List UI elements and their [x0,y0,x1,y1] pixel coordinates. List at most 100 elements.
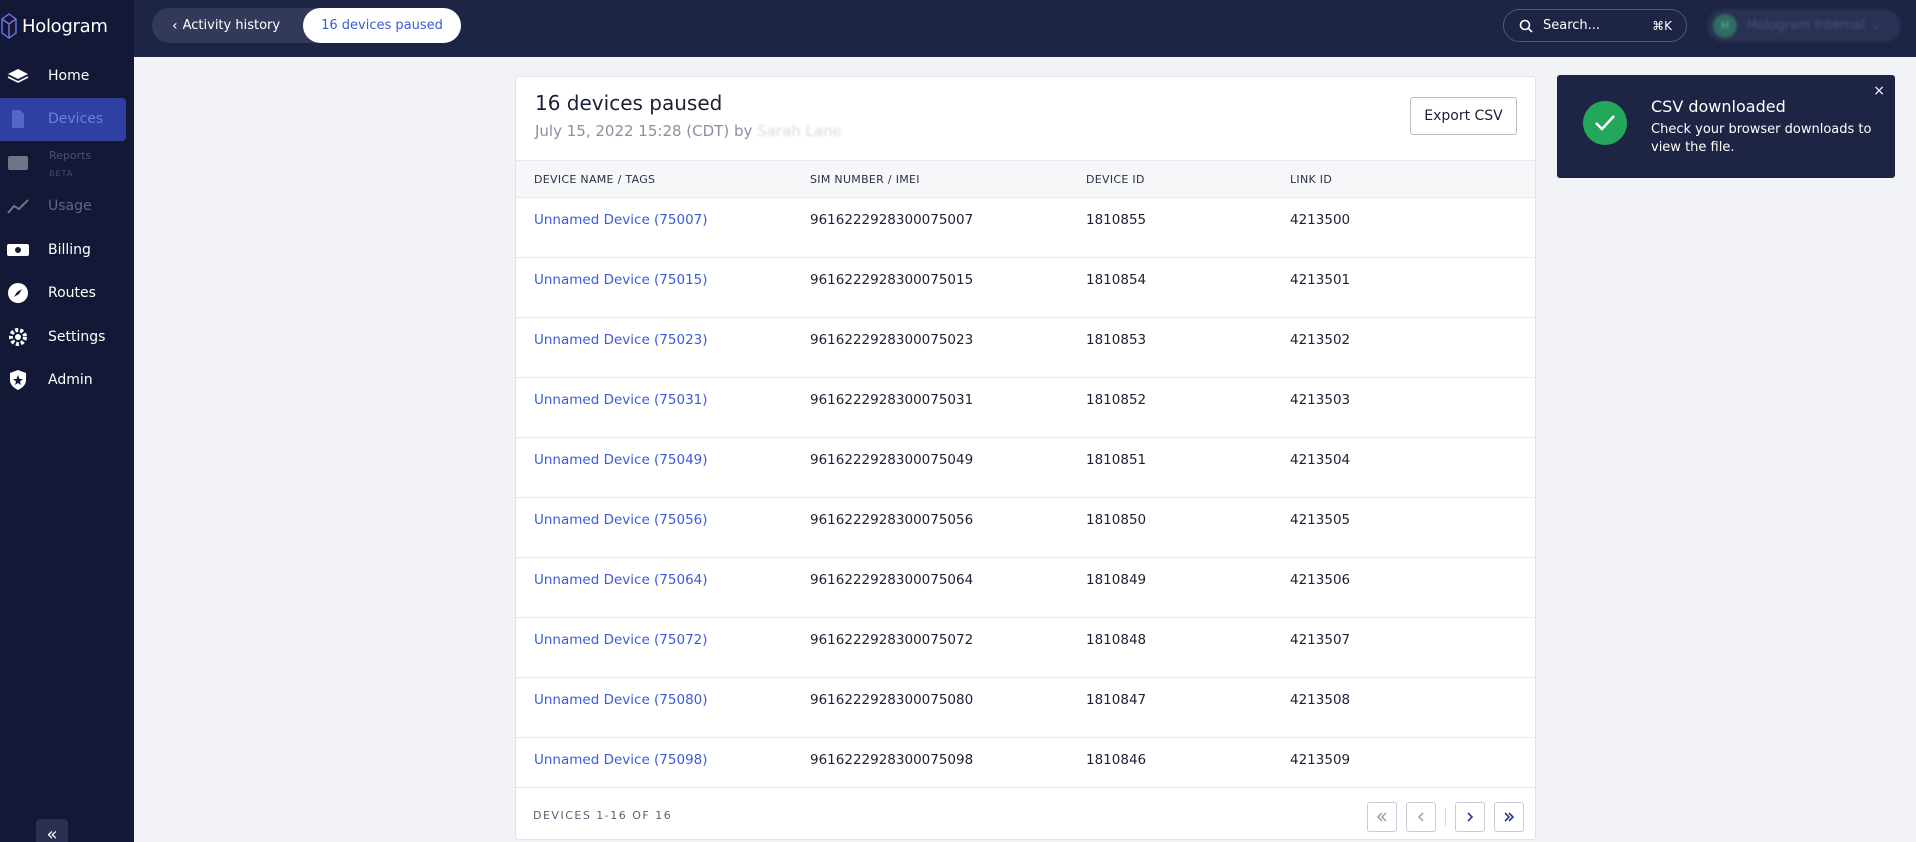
gear-icon [6,325,30,349]
device-id: 1810851 [1086,452,1147,468]
link-id: 4213508 [1290,692,1351,708]
column-header-device-id[interactable]: DEVICE ID [1086,173,1145,186]
link-id: 4213503 [1290,392,1351,408]
device-name-link[interactable]: Unnamed Device (75031) [534,392,708,408]
device-name-link[interactable]: Unnamed Device (75023) [534,332,708,348]
chevron-left-icon [1417,812,1424,822]
account-name: Hologram Internal [1747,18,1865,33]
pagination-divider [1445,808,1446,826]
reports-icon [6,151,30,175]
device-name-link[interactable]: Unnamed Device (75007) [534,212,708,228]
search-shortcut: ⌘K [1652,18,1672,33]
device-name-link[interactable]: Unnamed Device (75072) [534,632,708,648]
device-name-link[interactable]: Unnamed Device (75098) [534,752,708,768]
table-row: Unnamed Device (75023) 96162229283000750… [516,318,1535,378]
sim-number: 9616222928300075007 [810,212,974,228]
table-row: Unnamed Device (75049) 96162229283000750… [516,438,1535,498]
column-header-link-id[interactable]: LINK ID [1290,173,1332,186]
sidebar-item-label: Usage [48,198,92,215]
sidebar-item-usage[interactable]: Usage [0,185,134,229]
table-row: Unnamed Device (75007) 96162229283000750… [516,198,1535,258]
sidebar-item-routes[interactable]: Routes [0,272,134,316]
table-row: Unnamed Device (75056) 96162229283000750… [516,498,1535,558]
sidebar-item-label: Settings [48,328,106,345]
device-name-link[interactable]: Unnamed Device (75056) [534,512,708,528]
device-id: 1810855 [1086,212,1147,228]
top-bar: ‹ Activity history 16 devices paused Sea… [134,0,1916,57]
export-csv-button[interactable]: Export CSV [1410,97,1517,135]
link-id: 4213505 [1290,512,1351,528]
sidebar-item-label: Devices [48,111,104,128]
table-header: DEVICE NAME / TAGS SIM NUMBER / IMEI DEV… [516,160,1535,198]
link-id: 4213506 [1290,572,1351,588]
usage-icon [6,194,30,218]
sidebar: Hologram Home Devices Reports BETA Usage… [0,0,134,842]
csv-downloaded-toast: CSV downloaded Check your browser downlo… [1557,75,1895,178]
search-icon [1519,19,1533,33]
close-icon[interactable]: × [1873,83,1885,99]
activity-date: July 15, 2022 15:28 (CDT) by [535,122,753,140]
device-id: 1810849 [1086,572,1147,588]
double-chevron-right-icon [1504,812,1515,822]
device-name-link[interactable]: Unnamed Device (75015) [534,272,708,288]
device-id: 1810852 [1086,392,1147,408]
device-name-link[interactable]: Unnamed Device (75064) [534,572,708,588]
collapse-sidebar-button[interactable]: « [36,819,68,842]
device-id: 1810854 [1086,272,1147,288]
link-id: 4213504 [1290,452,1351,468]
double-chevron-left-icon: « [46,823,58,842]
device-name-link[interactable]: Unnamed Device (75080) [534,692,708,708]
breadcrumb: ‹ Activity history 16 devices paused [152,8,461,43]
success-check-icon [1583,101,1627,145]
routes-icon [6,281,30,305]
sim-number: 9616222928300075080 [810,692,974,708]
sim-number: 9616222928300075015 [810,272,974,288]
search-button[interactable]: Search... ⌘K [1503,9,1687,42]
beta-badge: BETA [49,169,74,178]
home-icon [6,64,30,88]
sim-number: 9616222928300075023 [810,332,974,348]
sidebar-item-label: Admin [48,372,93,389]
sidebar-item-label: Routes [48,285,96,302]
column-header-sim[interactable]: SIM NUMBER / IMEI [810,173,920,186]
device-id: 1810850 [1086,512,1147,528]
column-header-device-name[interactable]: DEVICE NAME / TAGS [534,173,655,186]
link-id: 4213507 [1290,632,1351,648]
device-id: 1810848 [1086,632,1147,648]
link-id: 4213501 [1290,272,1351,288]
breadcrumb-back-link[interactable]: ‹ Activity history [152,8,302,43]
sidebar-item-reports[interactable]: Reports BETA [0,141,134,185]
logo[interactable]: Hologram [0,12,108,40]
admin-icon [6,368,30,392]
avatar: H [1713,13,1737,38]
sidebar-item-admin[interactable]: Admin [0,359,134,403]
page-title: 16 devices paused [535,91,723,115]
chevron-right-icon [1467,812,1474,822]
activity-subtitle: July 15, 2022 15:28 (CDT) by Sarah Lane [535,122,842,140]
device-id: 1810846 [1086,752,1147,768]
first-page-button[interactable] [1367,802,1397,832]
device-table-body: Unnamed Device (75007) 96162229283000750… [516,198,1535,798]
sidebar-item-settings[interactable]: Settings [0,315,134,359]
device-name-link[interactable]: Unnamed Device (75049) [534,452,708,468]
previous-page-button[interactable] [1406,802,1436,832]
activity-user: Sarah Lane [757,122,842,140]
chevron-down-icon: ⌄ [1870,18,1882,33]
sidebar-item-billing[interactable]: Billing [0,228,134,272]
breadcrumb-back-label: Activity history [182,18,281,33]
breadcrumb-current: 16 devices paused [303,8,461,43]
sim-number: 9616222928300075056 [810,512,974,528]
chevron-left-icon: ‹ [172,17,178,34]
sidebar-item-home[interactable]: Home [0,54,134,98]
double-chevron-left-icon [1376,812,1387,822]
device-id: 1810853 [1086,332,1147,348]
sidebar-item-devices[interactable]: Devices [0,97,126,141]
devices-icon [6,107,30,131]
account-menu[interactable]: H Hologram Internal ⌄ [1707,9,1901,42]
next-page-button[interactable] [1455,802,1485,832]
device-id: 1810847 [1086,692,1147,708]
last-page-button[interactable] [1494,802,1524,832]
toast-message: Check your browser downloads to view the… [1651,122,1872,155]
sidebar-item-label: Home [48,67,90,84]
table-row: Unnamed Device (75072) 96162229283000750… [516,618,1535,678]
